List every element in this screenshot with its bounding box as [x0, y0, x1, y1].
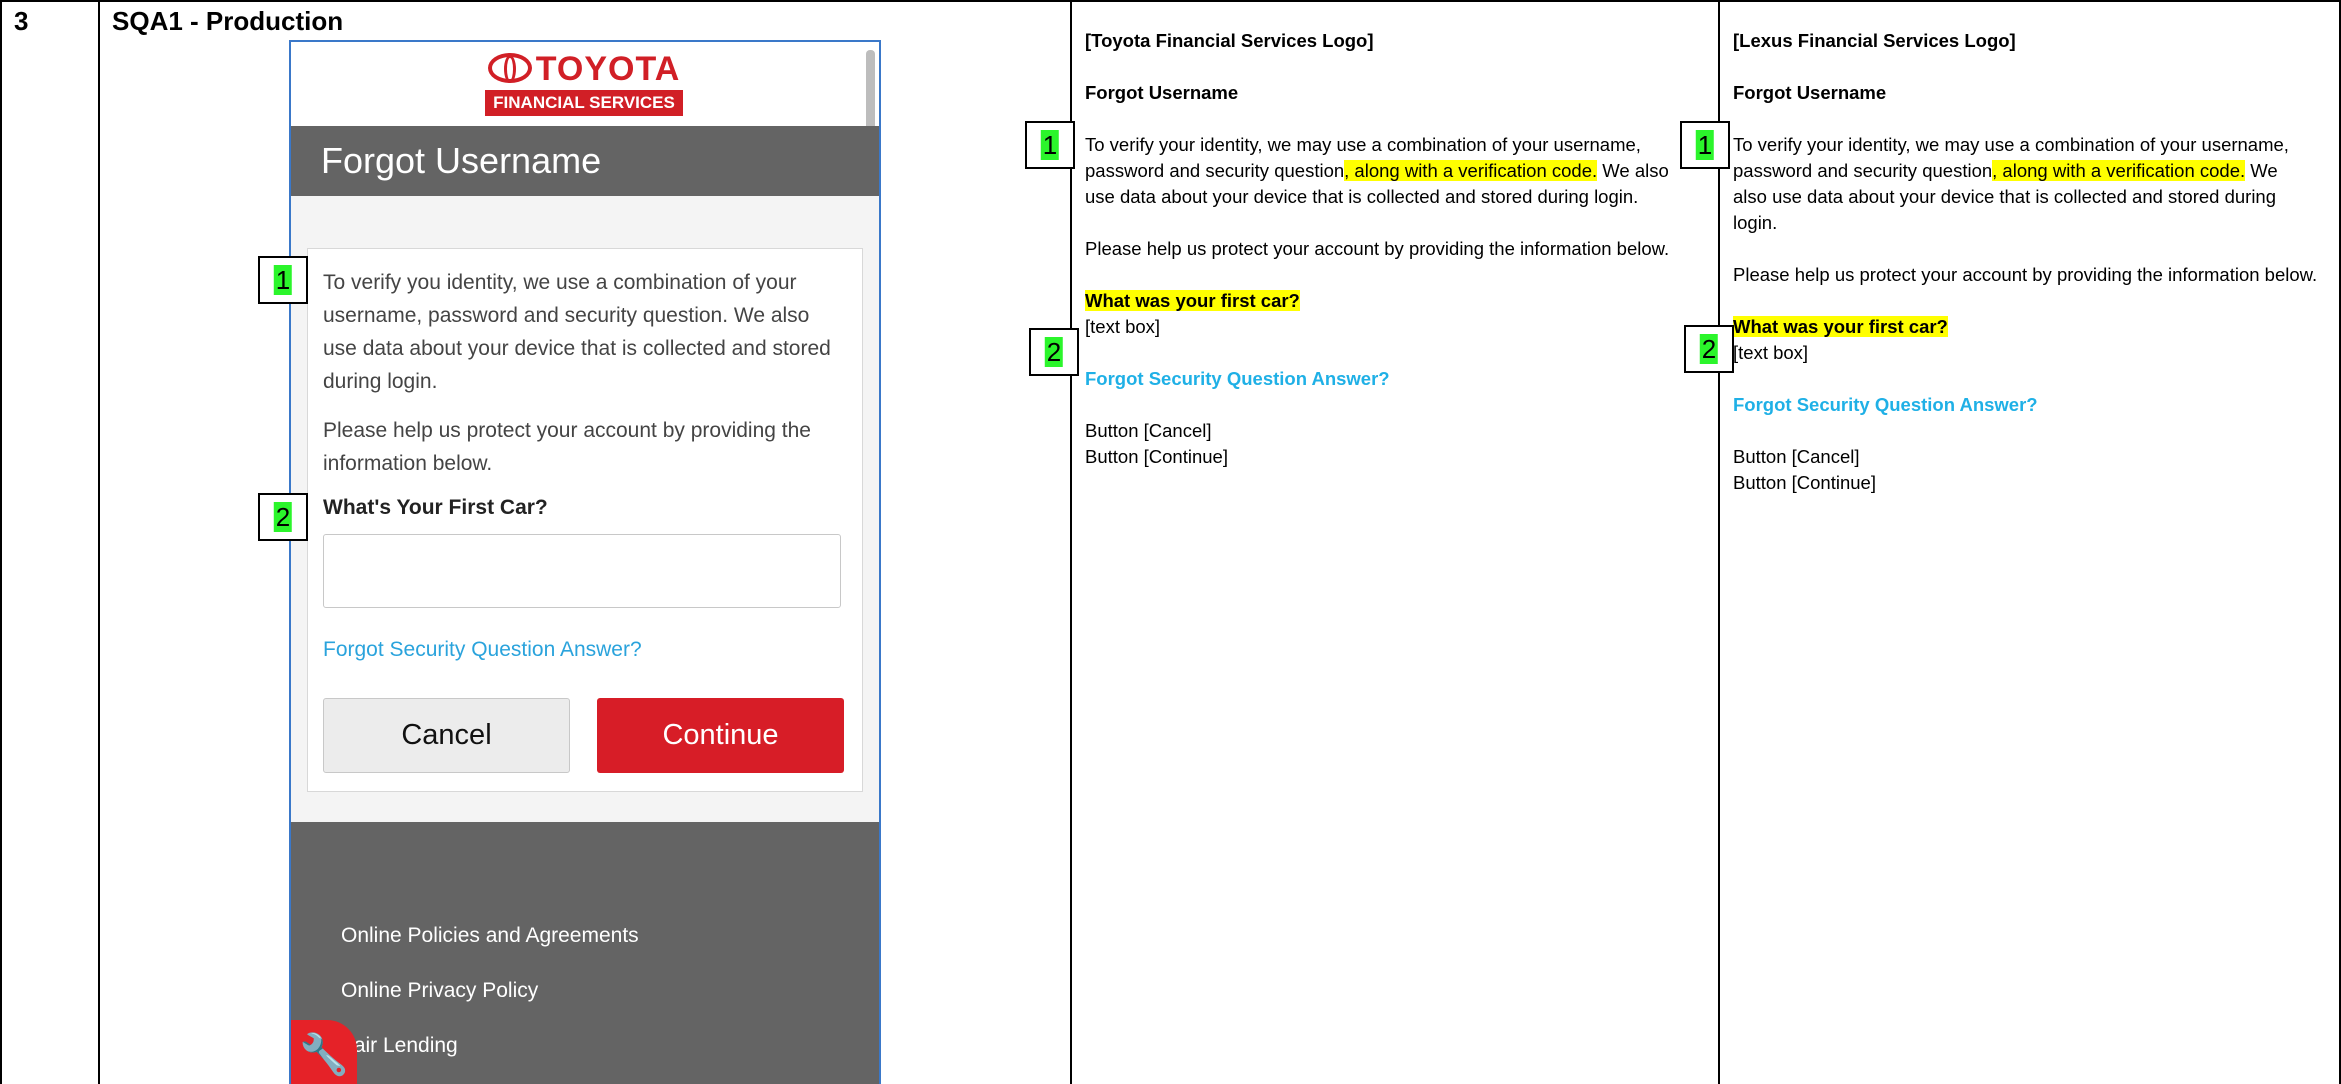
logo-placeholder: [Lexus Financial Services Logo] [1733, 30, 2016, 51]
footer-link-privacy[interactable]: Online Privacy Policy [341, 979, 538, 1003]
help-text: Please help us protect your account by p… [323, 419, 811, 475]
spec-text-box: [text box] [1733, 342, 1809, 363]
callout-1: 1 [1680, 121, 1730, 169]
security-question-label: What's Your First Car? [323, 496, 548, 519]
callout-1: 1 [258, 256, 308, 304]
callout-1: 1 [1025, 121, 1075, 169]
callout-number: 2 [273, 502, 293, 532]
logo-subtitle: FINANCIAL SERVICES [485, 90, 683, 116]
column-divider [98, 0, 100, 1084]
lexus-spec-column: [Lexus Financial Services Logo] Forgot U… [1733, 28, 2333, 496]
callout-2: 2 [258, 493, 308, 541]
wrench-icon[interactable]: 🔧 [291, 1020, 357, 1084]
callout-number: 2 [1699, 334, 1719, 364]
logo-placeholder: [Toyota Financial Services Logo] [1085, 30, 1374, 51]
callout-number: 1 [1695, 130, 1715, 160]
spec-help-text: Please help us protect your account by p… [1733, 264, 2318, 285]
spec-forgot-link: Forgot Security Question Answer? [1733, 394, 2038, 415]
spec-question: What was your first car? [1733, 316, 1948, 337]
footer-link-fair-lending[interactable]: Fair Lending [341, 1034, 458, 1058]
intro-highlight: , along with a verification code. [1992, 160, 2246, 181]
intro-highlight: , along with a verification code. [1344, 160, 1598, 181]
spec-button-continue: Button [Continue] [1733, 472, 1876, 493]
page-title: Forgot Username [321, 140, 602, 181]
row-number: 3 [14, 6, 29, 36]
continue-button[interactable]: Continue [597, 698, 844, 773]
logo-wordmark: TOYOTA [535, 50, 681, 88]
spec-intro: To verify your identity, we may use a co… [1085, 132, 1685, 210]
toyota-emblem-icon [487, 53, 532, 83]
spec-intro: To verify your identity, we may use a co… [1733, 132, 2293, 236]
cancel-button[interactable]: Cancel [323, 698, 570, 773]
security-answer-input[interactable] [323, 534, 841, 608]
spec-heading: Forgot Username [1733, 82, 1887, 103]
spec-heading: Forgot Username [1085, 82, 1239, 103]
forgot-answer-link[interactable]: Forgot Security Question Answer? [323, 638, 642, 662]
spec-table: 3 SQA1 - Production TOYOTA FINANCIAL SER… [0, 0, 2341, 1084]
callout-2: 2 [1684, 325, 1734, 373]
table-left-border [0, 0, 2, 1084]
callout-number: 1 [273, 265, 293, 295]
spec-button-cancel: Button [Cancel] [1085, 420, 1212, 441]
spec-help-text: Please help us protect your account by p… [1085, 238, 1670, 259]
spec-button-cancel: Button [Cancel] [1733, 446, 1860, 467]
callout-2: 2 [1029, 328, 1079, 376]
spec-text-box: [text box] [1085, 316, 1161, 337]
footer-link-policies[interactable]: Online Policies and Agreements [341, 924, 639, 948]
callout-number: 2 [1044, 337, 1064, 367]
page-title-bar: Forgot Username [291, 126, 879, 196]
intro-text: To verify you identity, we use a combina… [323, 271, 831, 393]
table-top-border [0, 0, 2341, 2]
toyota-financial-logo: TOYOTA FINANCIAL SERVICES [484, 50, 684, 116]
toyota-spec-column: [Toyota Financial Services Logo] Forgot … [1085, 28, 1685, 470]
spec-button-continue: Button [Continue] [1085, 446, 1228, 467]
mobile-screenshot: TOYOTA FINANCIAL SERVICES Forgot Usernam… [289, 40, 881, 1084]
callout-number: 1 [1040, 130, 1060, 160]
spec-forgot-link: Forgot Security Question Answer? [1085, 368, 1390, 389]
footer: Online Policies and Agreements Online Pr… [291, 822, 879, 1084]
row-title: SQA1 - Production [112, 6, 344, 36]
spec-question: What was your first car? [1085, 290, 1300, 311]
